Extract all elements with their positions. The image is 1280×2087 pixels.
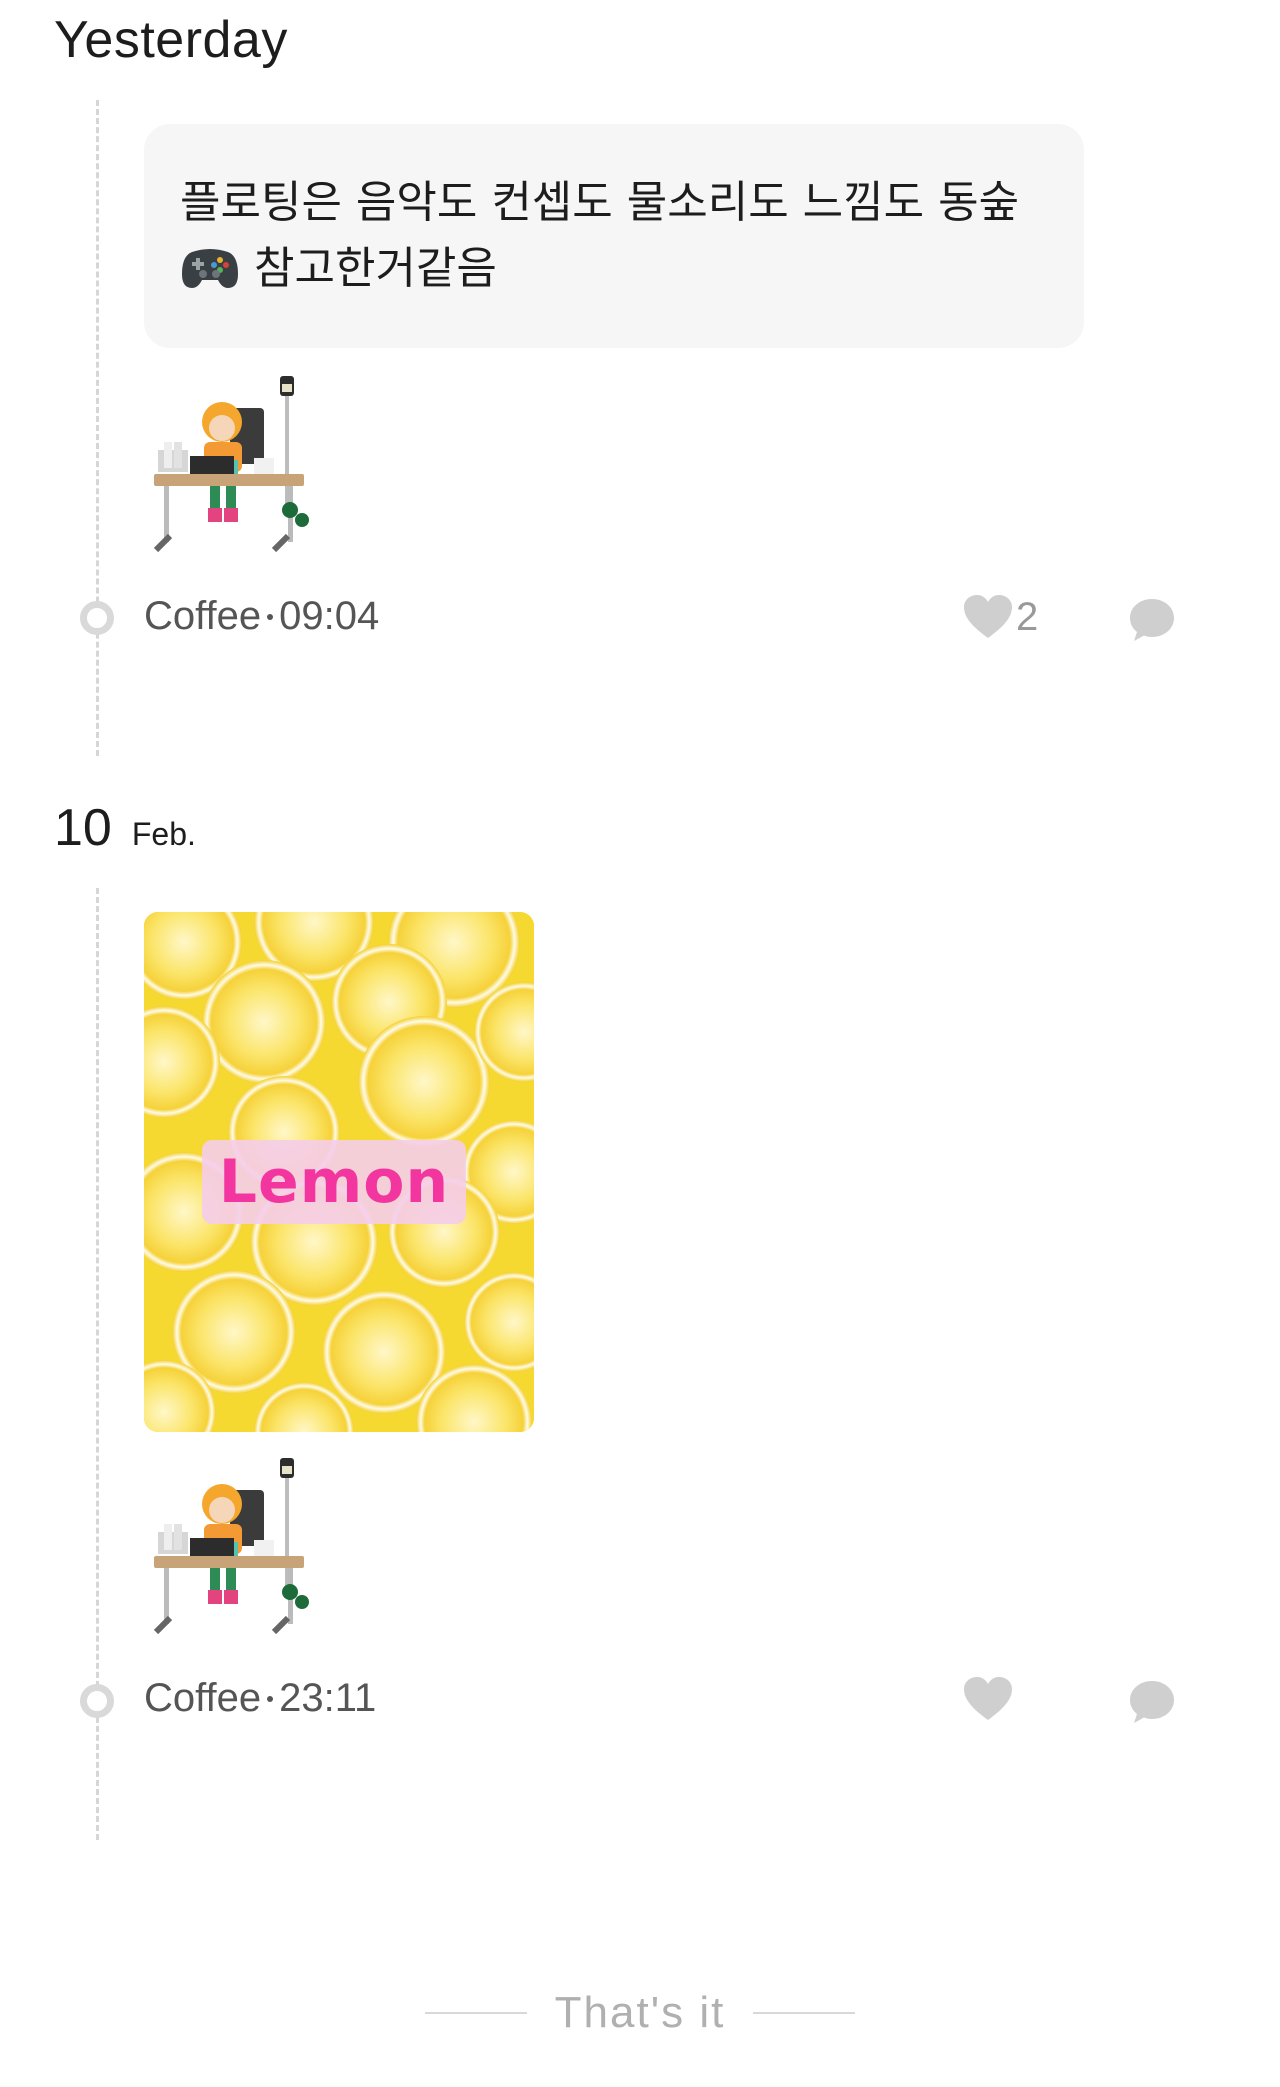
post-meta: Coffee 23:11 [144,1676,376,1721]
section-title-yesterday: Yesterday [54,11,288,69]
separator-dot [267,613,274,620]
comment-bubble-icon [1130,1681,1174,1723]
timeline-dot [80,601,114,635]
timeline-line [96,100,99,756]
separator-dot [267,1695,274,1702]
divider-right [753,2012,856,2014]
feed-page: Yesterday 플로팅은 음악도 컨셉도 물소리도 느낌도 동숲 참고한거같… [0,0,1280,2087]
comment-button[interactable] [1128,1678,1176,1726]
date-month: Feb. [131,816,196,852]
heart-icon [962,1676,1014,1722]
comment-bubble-icon [1130,599,1174,641]
desk-character-sticker [150,370,330,570]
message-bubble[interactable]: 플로팅은 음악도 컨셉도 물소리도 느낌도 동숲 참고한거같음 [144,124,1084,348]
timeline-dot [80,1684,114,1718]
post-meta: Coffee 09:04 [144,594,379,639]
divider-left [424,2012,527,2014]
message-line-1: 플로팅은 음악도 컨셉도 물소리도 느낌도 동숲 [180,177,1020,228]
lemon-image[interactable]: Lemon [144,912,534,1432]
gamepad-icon [180,242,240,292]
date-day: 10 [54,799,112,857]
heart-icon [962,594,1014,640]
author-name[interactable]: Coffee [144,1676,261,1721]
message-line-2: 참고한거같음 [254,243,497,294]
like-count: 2 [1016,594,1039,639]
author-name[interactable]: Coffee [144,594,261,639]
post-time: 23:11 [279,1676,377,1720]
end-text: That's it [554,1988,726,2037]
desk-character-sticker [150,1452,330,1652]
like-button[interactable] [962,1676,1016,1722]
lemon-label: Lemon [202,1140,466,1224]
section-title-date: 10 Feb. [54,798,196,858]
end-of-feed: That's it [0,1988,1280,2038]
comment-button[interactable] [1128,596,1176,644]
like-button[interactable]: 2 [962,594,1038,640]
post-time: 09:04 [279,594,380,638]
